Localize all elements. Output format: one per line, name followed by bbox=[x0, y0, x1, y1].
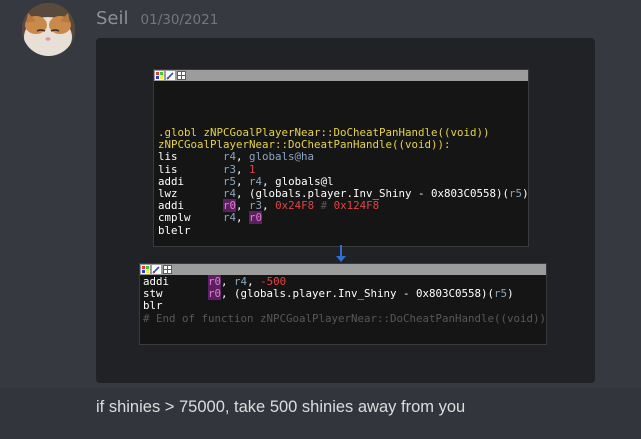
code-token: -500 bbox=[260, 275, 287, 288]
code-token: r0 bbox=[208, 275, 222, 288]
code-token: 1 bbox=[249, 162, 256, 176]
code-line: blelr bbox=[158, 223, 528, 237]
code-token: addi bbox=[158, 199, 224, 213]
code-line: stw r0, (globals.player.Inv_Shiny - 0x80… bbox=[143, 287, 546, 301]
image-attachment[interactable]: .globl zNPCGoalPlayerNear::DoCheatPanHan… bbox=[96, 38, 595, 383]
code-token: lis bbox=[158, 150, 224, 164]
rename-icon[interactable] bbox=[166, 71, 175, 80]
code-token: 0x124F8 bbox=[333, 199, 380, 213]
rename-icon[interactable] bbox=[152, 265, 161, 274]
username[interactable]: Seil bbox=[96, 8, 129, 29]
code-token: addi bbox=[143, 275, 209, 288]
user-avatar[interactable] bbox=[22, 3, 75, 56]
code-token: r0 bbox=[249, 211, 263, 225]
message-timestamp: 01/30/2021 bbox=[140, 12, 219, 28]
message-text: if shinies > 75000, take 500 shinies awa… bbox=[96, 398, 466, 416]
code-line: cmplw r4, r0 bbox=[158, 211, 528, 225]
code-token: r5 bbox=[494, 287, 508, 301]
disassembly-code-top: .globl zNPCGoalPlayerNear::DoCheatPanHan… bbox=[154, 81, 529, 237]
code-line: # End of function zNPCGoalPlayerNear::Do… bbox=[143, 311, 547, 325]
code-token: , globals@l bbox=[262, 174, 334, 188]
code-token: lwz bbox=[158, 187, 224, 201]
code-token: globals@ha bbox=[249, 150, 315, 164]
code-token: blelr bbox=[158, 223, 191, 237]
code-token: r4 bbox=[249, 174, 263, 188]
message-header: Seil 01/30/2021 bbox=[96, 8, 218, 29]
node-titlebar bbox=[140, 264, 546, 275]
ida-graph-node-bottom: addi r0, r4, -500 stw r0, (globals.player… bbox=[139, 263, 547, 345]
code-token: , (globals.player.Inv_Shiny - 0x803C0558… bbox=[236, 187, 510, 201]
ida-graph-node-top: .globl zNPCGoalPlayerNear::DoCheatPanHan… bbox=[153, 69, 529, 247]
code-token: # bbox=[314, 199, 334, 213]
grid-group-icon[interactable] bbox=[177, 71, 186, 80]
code-token: .globl zNPCGoalPlayerNear::DoCheatPanHan… bbox=[158, 126, 490, 139]
code-token: stw bbox=[143, 287, 209, 301]
grid-group-icon[interactable] bbox=[163, 265, 172, 274]
disassembly-code-bottom: addi r0, r4, -500 stw r0, (globals.player… bbox=[140, 275, 546, 325]
code-token: ) bbox=[507, 287, 514, 301]
node-titlebar bbox=[154, 70, 528, 81]
code-token: r3 bbox=[249, 199, 263, 213]
code-token: , bbox=[236, 162, 250, 176]
graph-edge-arrow-icon bbox=[336, 256, 346, 262]
code-token: r4 bbox=[223, 211, 237, 225]
code-token: , bbox=[236, 199, 250, 213]
code-token: zNPCGoalPlayerNear::DoCheatPanHandle((vo… bbox=[158, 138, 451, 152]
code-token: r0 bbox=[223, 199, 237, 213]
code-token: , bbox=[236, 174, 250, 188]
code-token: r4 bbox=[223, 187, 237, 201]
code-token: , bbox=[247, 275, 261, 288]
code-token: , bbox=[221, 275, 235, 288]
code-token: , bbox=[236, 211, 250, 225]
code-token: r4 bbox=[234, 275, 248, 288]
color-palette-icon[interactable] bbox=[141, 265, 150, 274]
code-token: r5 bbox=[509, 187, 523, 201]
code-token: blr bbox=[143, 299, 163, 313]
code-token: addi bbox=[158, 174, 224, 188]
code-token: r0 bbox=[208, 287, 222, 301]
color-palette-icon[interactable] bbox=[155, 71, 164, 80]
code-token: r3 bbox=[223, 162, 237, 176]
code-token: , (globals.player.Inv_Shiny - 0x803C0558… bbox=[221, 287, 495, 301]
code-token: , bbox=[236, 150, 250, 164]
code-token: r5 bbox=[223, 174, 237, 188]
cat-avatar-image bbox=[22, 3, 75, 56]
code-token: 0x24F8 bbox=[275, 199, 315, 213]
code-token: # End of function zNPCGoalPlayerNear::Do… bbox=[143, 311, 547, 325]
code-token: lis bbox=[158, 162, 224, 176]
code-token: ) bbox=[522, 187, 529, 201]
code-token: , bbox=[262, 199, 276, 213]
code-token: r4 bbox=[223, 150, 237, 164]
code-token: cmplw bbox=[158, 211, 224, 225]
